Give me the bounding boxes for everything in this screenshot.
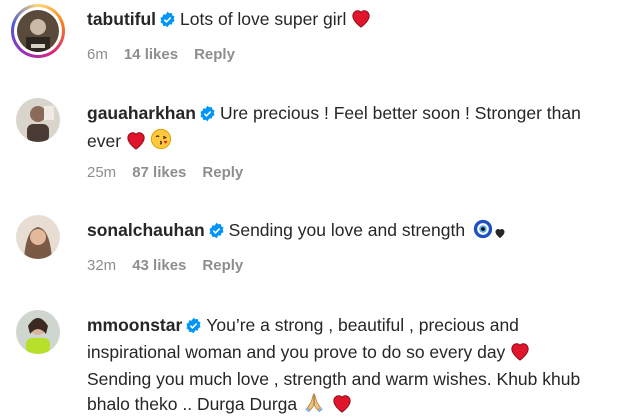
heart-icon <box>331 393 353 419</box>
kissing-face-icon <box>150 128 172 156</box>
reply-button[interactable]: Reply <box>202 164 243 181</box>
comment-username[interactable]: gauaharkhan <box>87 103 196 123</box>
comment-likes[interactable]: 87 likes <box>132 164 186 181</box>
comment-text-continued: bhalo theko .. Durga Durga <box>87 394 298 414</box>
comment-likes[interactable]: 14 likes <box>124 46 178 63</box>
heart-icon <box>509 341 531 367</box>
verified-badge-icon <box>185 316 202 340</box>
comment-text-continued: inspirational woman and you prove to do … <box>87 342 506 362</box>
folded-hands-icon <box>303 391 325 419</box>
comment-username[interactable]: mmoonstar <box>87 315 182 335</box>
reply-button[interactable]: Reply <box>194 46 235 63</box>
comment-time: 25m <box>87 164 117 181</box>
comment-likes[interactable]: 43 likes <box>132 257 186 274</box>
comment-text-continued: Sending you much love , strength and war… <box>87 369 581 389</box>
avatar-mmoonstar[interactable] <box>16 310 60 354</box>
comment-text: You’re a strong , beautiful , precious a… <box>206 315 519 335</box>
comment-text: Lots of love super girl <box>180 9 347 29</box>
comment-time: 32m <box>87 257 117 274</box>
avatar-tabutiful[interactable] <box>11 4 65 58</box>
avatar-gauaharkhan[interactable] <box>16 98 60 142</box>
avatar-sonalchauhan[interactable] <box>16 215 60 259</box>
verified-badge-icon <box>208 221 225 245</box>
evil-eye-icon <box>473 219 493 245</box>
black-heart-icon <box>494 221 506 245</box>
comment-text: Ure precious ! Feel better soon ! Strong… <box>219 103 581 123</box>
verified-badge-icon <box>199 104 216 128</box>
comment-text: Sending you love and strength <box>228 220 466 240</box>
comment-text-continued: ever <box>87 131 122 151</box>
comment-username[interactable]: tabutiful <box>87 9 156 29</box>
heart-icon <box>125 130 147 156</box>
comment-time: 6m <box>87 46 108 63</box>
heart-icon <box>350 8 372 34</box>
reply-button[interactable]: Reply <box>202 257 243 274</box>
verified-badge-icon <box>159 10 176 34</box>
comment-username[interactable]: sonalchauhan <box>87 220 205 240</box>
